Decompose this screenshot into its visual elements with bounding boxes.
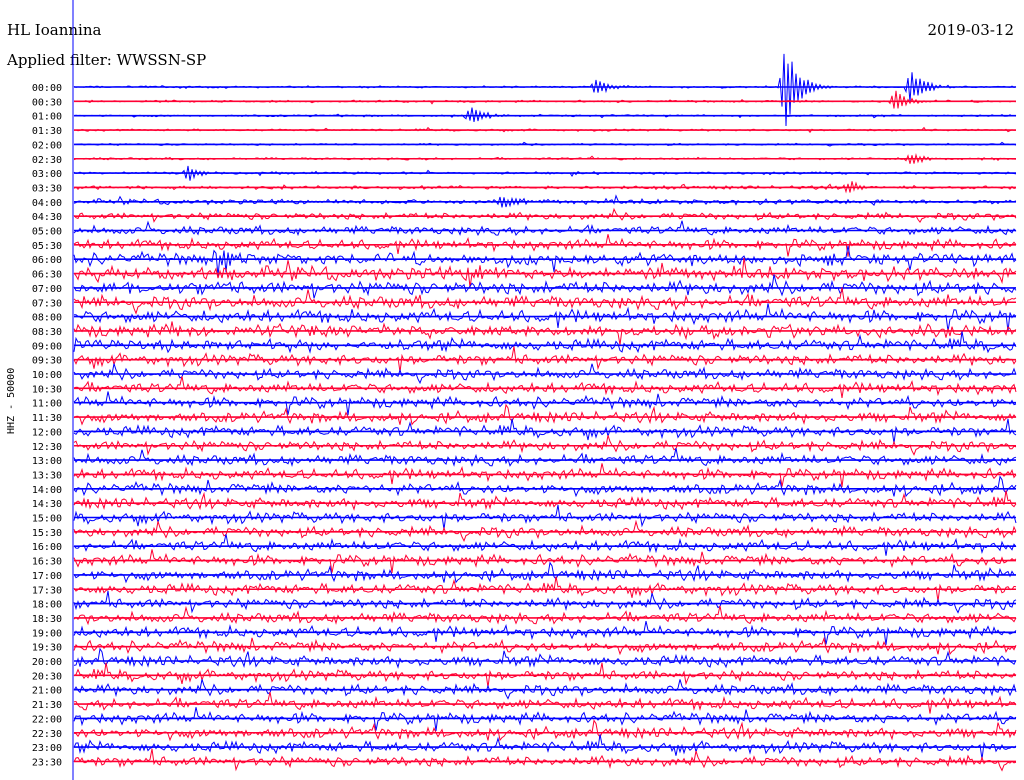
- time-tick-label: 10:30: [32, 384, 62, 395]
- time-tick-label: 14:00: [32, 485, 62, 496]
- trace-line: [73, 220, 1017, 237]
- time-tick-label: 19:30: [32, 643, 62, 654]
- time-tick-label: 10:00: [32, 370, 62, 381]
- time-tick-label: 04:30: [32, 212, 62, 223]
- time-tick-label: 18:00: [32, 600, 62, 611]
- time-tick-label: 23:30: [32, 757, 62, 768]
- time-tick-label: 07:30: [32, 298, 62, 309]
- trace-line: [73, 475, 1017, 498]
- time-tick-label: 22:30: [32, 729, 62, 740]
- trace-line: [73, 331, 1017, 354]
- trace-line: [73, 274, 1017, 299]
- time-tick-label: 16:30: [32, 557, 62, 568]
- time-tick-label: 21:30: [32, 700, 62, 711]
- time-tick-label: 02:00: [32, 140, 62, 151]
- time-tick-label: 18:30: [32, 614, 62, 625]
- trace-line: [73, 534, 1017, 556]
- time-tick-label: 00:00: [32, 83, 62, 94]
- time-tick-label: 20:30: [32, 671, 62, 682]
- helicorder-plot: 00:00 00:30 01:00 01:30 02:00 02:30 03:00 03:30…: [32, 0, 1017, 780]
- trace-line: [73, 719, 1017, 742]
- time-tick-label: 11:00: [32, 399, 62, 410]
- trace-line: [73, 257, 1017, 288]
- time-tick-label: 15:00: [32, 514, 62, 525]
- time-tick-label: 14:30: [32, 499, 62, 510]
- time-tick-label: 09:00: [32, 341, 62, 352]
- time-tick-label: 12:00: [32, 427, 62, 438]
- time-tick-label: 05:00: [32, 227, 62, 238]
- trace-line: [73, 107, 1017, 122]
- trace-line: [73, 605, 1017, 626]
- time-tick-label: 01:00: [32, 112, 62, 123]
- time-tick-label: 17:00: [32, 571, 62, 582]
- time-tick-label: 12:30: [32, 442, 62, 453]
- time-tick-label: 19:00: [32, 628, 62, 639]
- trace-line: [73, 647, 1017, 669]
- trace-line: [73, 447, 1017, 467]
- trace-line: [73, 403, 1017, 426]
- time-tick-label: 03:30: [32, 183, 62, 194]
- time-tick-label: 02:30: [32, 155, 62, 166]
- time-tick-label: 13:30: [32, 470, 62, 481]
- time-tick-label: 21:00: [32, 686, 62, 697]
- trace-line: [73, 90, 1017, 109]
- time-tick-label: 22:00: [32, 714, 62, 725]
- time-tick-label: 08:00: [32, 313, 62, 324]
- time-tick-label: 00:30: [32, 97, 62, 108]
- time-tick-label: 20:00: [32, 657, 62, 668]
- trace-line: [73, 490, 1017, 511]
- time-tick-label: 13:00: [32, 456, 62, 467]
- trace-line: [73, 691, 1017, 714]
- time-tick-label: 11:30: [32, 413, 62, 424]
- time-tick-label: 09:30: [32, 356, 62, 367]
- time-tick-label: 07:00: [32, 284, 62, 295]
- time-tick-label: 16:00: [32, 542, 62, 553]
- time-tick-label: 04:00: [32, 198, 62, 209]
- trace-line: [73, 321, 1017, 345]
- time-tick-label: 05:30: [32, 241, 62, 252]
- time-tick-label: 03:00: [32, 169, 62, 180]
- trace-line: [73, 376, 1017, 398]
- time-tick-label: 01:30: [32, 126, 62, 137]
- time-tick-label: 08:30: [32, 327, 62, 338]
- time-tick-label: 06:00: [32, 255, 62, 266]
- time-tick-label: 06:30: [32, 270, 62, 281]
- trace-line: [73, 561, 1017, 584]
- time-tick-label: 17:30: [32, 585, 62, 596]
- time-tick-label: 15:30: [32, 528, 62, 539]
- trace-line: [73, 748, 1017, 772]
- time-tick-label: 23:00: [32, 743, 62, 754]
